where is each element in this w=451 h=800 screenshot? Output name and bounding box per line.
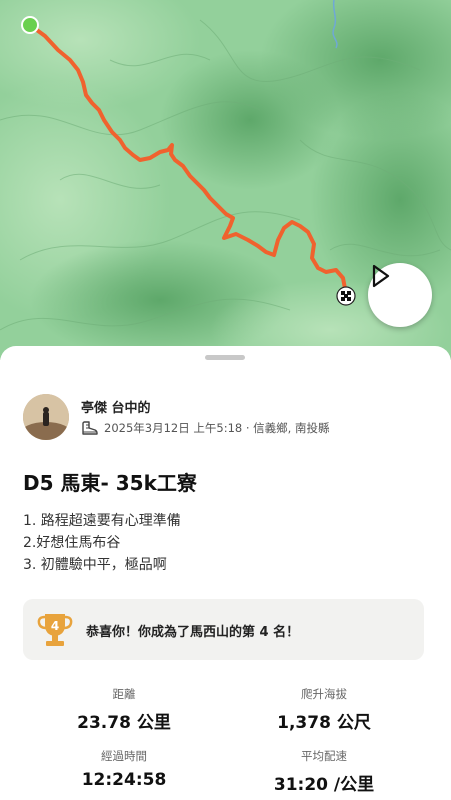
date-location: 2025年3月12日 上午5:18 · 信義鄉, 南投縣: [104, 421, 330, 435]
avatar[interactable]: [23, 394, 69, 440]
stat-distance: 距離 23.78 公里: [34, 686, 214, 733]
stat-label: 平均配速: [301, 749, 347, 763]
drag-handle[interactable]: [205, 355, 245, 360]
stat-value: 23.78 公里: [77, 713, 171, 733]
stat-average-pace: 平均配速 31:20 /公里: [234, 748, 414, 795]
play-icon: [372, 264, 390, 288]
hiking-boot-icon: [82, 421, 98, 435]
description-line: 2.好想住馬布谷: [23, 535, 121, 551]
stat-elevation-gain: 爬升海拔 1,378 公尺: [234, 686, 414, 733]
activity-description: 1. 路程超遠要有心理準備 2.好想住馬布谷 3. 初體驗中平，極品啊: [23, 510, 181, 576]
description-line: 3. 初體驗中平，極品啊: [23, 557, 167, 573]
avatar-photo: [23, 394, 69, 440]
play-flyover-button[interactable]: [368, 263, 432, 327]
achievement-card[interactable]: 4 恭喜你！你成為了馬西山的第 4 名！: [23, 599, 424, 660]
stat-elapsed-time: 經過時間 12:24:58: [34, 748, 214, 790]
activity-sheet: 亭傑 台中的 2025年3月12日 上午5:18 · 信義鄉, 南投縣 D5 馬…: [0, 346, 451, 800]
stat-label: 經過時間: [101, 749, 147, 763]
start-marker: [21, 16, 39, 34]
stat-value: 12:24:58: [81, 770, 167, 790]
activity-meta: 2025年3月12日 上午5:18 · 信義鄉, 南投縣: [81, 420, 329, 436]
achievement-text: 恭喜你！你成為了馬西山的第 4 名！: [86, 625, 300, 640]
route-map[interactable]: [0, 0, 451, 360]
athlete-name[interactable]: 亭傑 台中的: [81, 397, 151, 416]
stat-label: 爬升海拔: [301, 687, 347, 701]
description-line: 1. 路程超遠要有心理準備: [23, 513, 181, 529]
finish-flag-icon: [336, 286, 356, 306]
trophy-rank: 4: [51, 619, 59, 633]
activity-title: D5 馬東- 35k工寮: [23, 471, 197, 495]
stat-value: 1,378 公尺: [277, 713, 371, 733]
stat-label: 距離: [112, 687, 136, 701]
trophy-icon: 4: [37, 614, 73, 646]
stat-value: 31:20 /公里: [273, 775, 375, 795]
